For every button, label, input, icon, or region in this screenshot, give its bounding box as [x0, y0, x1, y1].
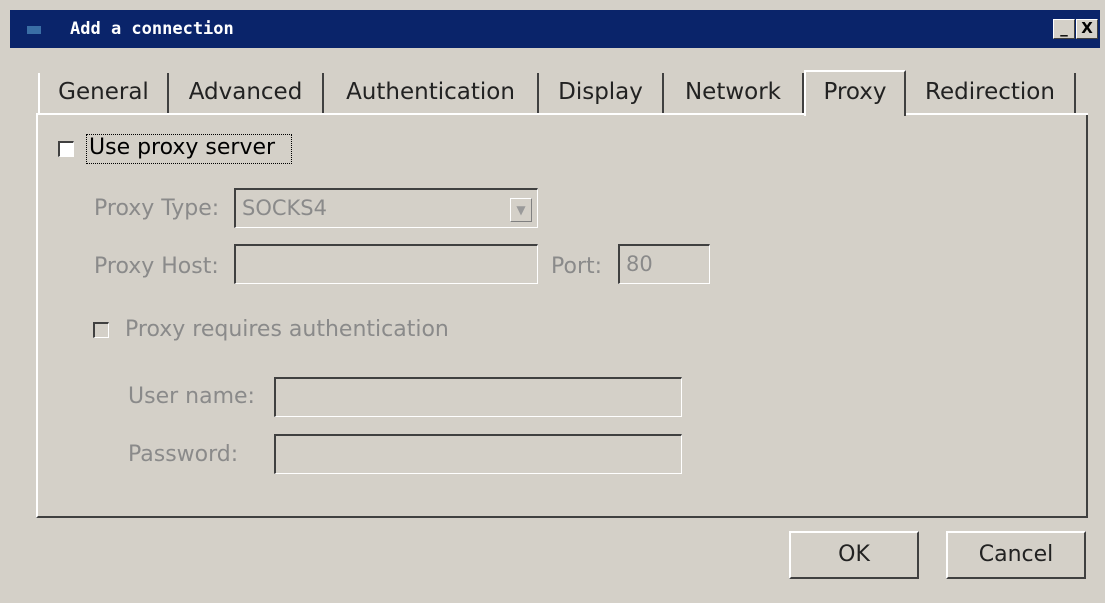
app-icon [26, 25, 42, 35]
tab-network[interactable]: Network [664, 73, 804, 113]
proxy-auth-checkbox[interactable] [93, 322, 109, 338]
proxy-host-field[interactable] [234, 244, 538, 284]
port-label: Port: [551, 254, 603, 279]
use-proxy-label[interactable]: Use proxy server [89, 135, 275, 160]
tab-authentication[interactable]: Authentication [324, 73, 539, 113]
proxy-auth-label[interactable]: Proxy requires authentication [125, 317, 449, 342]
window-title: Add a connection [70, 19, 234, 39]
tab-display[interactable]: Display [539, 73, 664, 113]
password-label: Password: [128, 442, 239, 467]
title-bar[interactable]: Add a connection _ X [10, 10, 1100, 48]
tab-divider [36, 113, 1088, 115]
username-label: User name: [128, 384, 255, 409]
tab-advanced[interactable]: Advanced [169, 73, 324, 113]
use-proxy-checkbox[interactable] [58, 141, 74, 157]
port-field[interactable]: 80 [618, 244, 710, 284]
tab-redirection[interactable]: Redirection [906, 73, 1076, 113]
proxy-type-value: SOCKS4 [242, 196, 327, 220]
tab-proxy[interactable]: Proxy [804, 70, 906, 116]
username-field[interactable] [274, 377, 682, 417]
minimize-button[interactable]: _ [1053, 19, 1075, 39]
cancel-button[interactable]: Cancel [946, 531, 1086, 579]
tab-general[interactable]: General [38, 73, 169, 113]
chevron-down-icon[interactable]: ▼ [510, 198, 532, 222]
proxy-type-label: Proxy Type: [94, 196, 220, 221]
password-field[interactable] [274, 434, 682, 474]
close-button[interactable]: X [1076, 19, 1098, 39]
proxy-host-label: Proxy Host: [94, 254, 219, 279]
ok-button[interactable]: OK [789, 531, 919, 579]
proxy-type-select[interactable]: SOCKS4 [234, 188, 538, 228]
